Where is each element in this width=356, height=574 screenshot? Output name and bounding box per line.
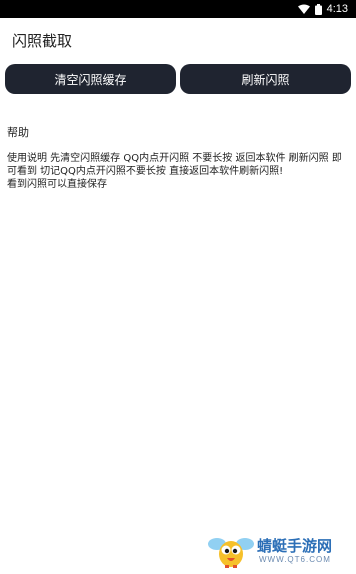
refresh-button[interactable]: 刷新闪照 bbox=[180, 64, 351, 94]
clear-cache-button[interactable]: 清空闪照缓存 bbox=[5, 64, 176, 94]
page-title: 闪照截取 bbox=[12, 32, 73, 50]
status-time: 4:13 bbox=[326, 3, 348, 15]
watermark-name: 蜻蜓手游网 bbox=[257, 537, 333, 555]
watermark-url: WWW.QT6.COM bbox=[259, 555, 331, 564]
help-text: 使用说明 先清空闪照缓存 QQ内点开闪照 不要长按 返回本软件 刷新闪照 即可看… bbox=[7, 153, 342, 190]
status-bar: 4:13 bbox=[0, 0, 356, 18]
mascot-icon bbox=[207, 530, 255, 570]
battery-icon bbox=[314, 3, 322, 15]
help-heading: 帮助 bbox=[7, 126, 29, 139]
wifi-icon bbox=[297, 4, 310, 14]
watermark: 蜻蜓手游网 WWW.QT6.COM bbox=[207, 530, 352, 568]
